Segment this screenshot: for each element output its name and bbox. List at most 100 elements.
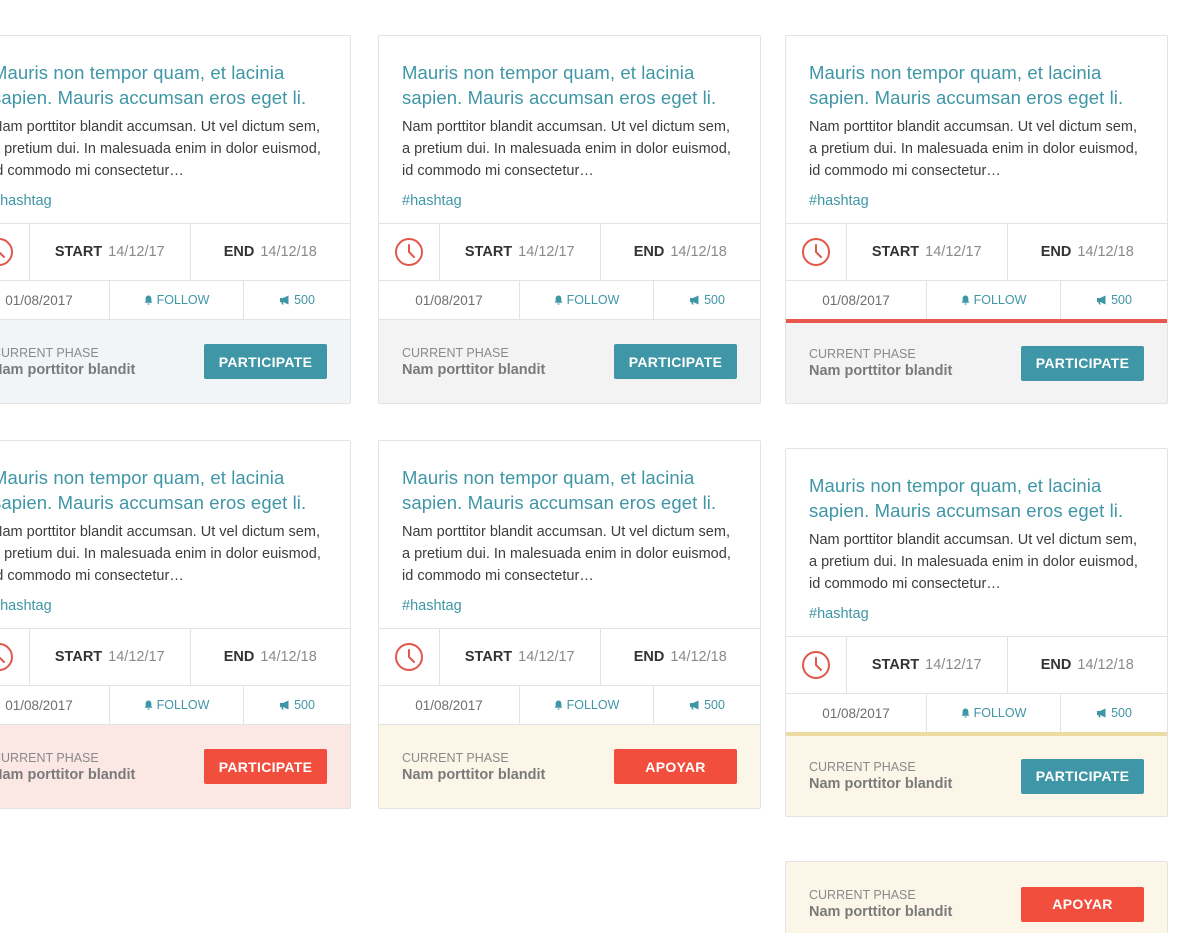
megaphone-icon	[690, 295, 699, 305]
supporters-value: 500	[704, 293, 725, 307]
created-date: 01/08/2017	[379, 686, 520, 724]
current-phase: CURRENT PHASE Nam porttitor blandit	[809, 887, 952, 921]
end-value: 14/12/18	[1077, 244, 1134, 260]
hashtag-link[interactable]: #hashtag	[0, 191, 327, 211]
card-title[interactable]: Mauris non tempor quam, et lacinia sapie…	[402, 465, 737, 515]
end-label: END	[1040, 244, 1072, 260]
card-footer: CURRENT PHASE Nam porttitor blandit PART…	[379, 319, 760, 403]
follow-button[interactable]: FOLLOW	[110, 686, 244, 724]
clock-icon	[379, 224, 440, 280]
participate-button[interactable]: PARTICIPATE	[1021, 345, 1144, 381]
end-label: END	[633, 244, 665, 260]
start-label: START	[54, 649, 103, 665]
bell-icon	[554, 295, 563, 305]
date-row: START 14/12/17 END 14/12/18	[786, 636, 1167, 694]
follow-button[interactable]: FOLLOW	[927, 281, 1061, 319]
date-row: START 14/12/17 END 14/12/18	[379, 223, 760, 281]
project-card[interactable]: Mauris non tempor quam, et lacinia sapie…	[785, 35, 1168, 404]
follow-label: FOLLOW	[973, 706, 1027, 720]
participate-button[interactable]: PARTICIPATE	[204, 344, 327, 379]
phase-footer-card[interactable]: CURRENT PHASE Nam porttitor blandit APOY…	[785, 861, 1168, 933]
start-date: START 14/12/17	[30, 224, 190, 280]
supporters-count[interactable]: 500	[1061, 281, 1167, 319]
project-card[interactable]: Mauris non tempor quam, et lacinia sapie…	[378, 440, 761, 809]
megaphone-icon	[1097, 708, 1106, 718]
supporters-value: 500	[1111, 293, 1132, 307]
participate-button[interactable]: PARTICIPATE	[614, 344, 737, 379]
created-date: 01/08/2017	[0, 686, 110, 724]
follow-button[interactable]: FOLLOW	[520, 686, 654, 724]
apoyar-button[interactable]: APOYAR	[614, 749, 737, 784]
supporters-count[interactable]: 500	[654, 686, 760, 724]
card-description: Nam porttitor blandit accumsan. Ut vel d…	[0, 524, 321, 584]
phase-label: CURRENT PHASE	[0, 345, 99, 360]
card-title[interactable]: Mauris non tempor quam, et lacinia sapie…	[809, 473, 1144, 523]
supporters-count[interactable]: 500	[1061, 694, 1167, 732]
supporters-value: 500	[1111, 706, 1132, 720]
hashtag-link[interactable]: #hashtag	[402, 596, 737, 616]
meta-row: 01/08/2017 FOLLOW 500	[786, 281, 1167, 319]
clock-icon	[0, 224, 30, 280]
start-label: START	[464, 244, 513, 260]
end-label: END	[633, 649, 665, 665]
hashtag-link[interactable]: #hashtag	[402, 191, 737, 211]
start-date: START 14/12/17	[847, 637, 1007, 693]
meta-row: 01/08/2017 FOLLOW 500	[379, 686, 760, 724]
project-card[interactable]: Mauris non tempor quam, et lacinia sapie…	[0, 440, 351, 809]
start-value: 14/12/17	[108, 244, 165, 260]
start-date: START 14/12/17	[847, 224, 1007, 280]
phase-value: Nam porttitor blandit	[809, 776, 953, 792]
end-label: END	[223, 649, 255, 665]
phase-label: CURRENT PHASE	[809, 760, 916, 774]
megaphone-icon	[1097, 295, 1106, 305]
clock-icon	[379, 629, 440, 685]
card-title[interactable]: Mauris non tempor quam, et lacinia sapie…	[402, 60, 737, 110]
meta-row: 01/08/2017 FOLLOW 500	[786, 694, 1167, 732]
supporters-value: 500	[294, 698, 315, 712]
hashtag-link[interactable]: #hashtag	[809, 191, 1144, 211]
supporters-count[interactable]: 500	[654, 281, 760, 319]
follow-label: FOLLOW	[156, 698, 210, 712]
end-date: END 14/12/18	[599, 224, 761, 280]
end-value: 14/12/18	[670, 244, 727, 260]
bell-icon	[554, 700, 563, 710]
date-row: START 14/12/17 END 14/12/18	[379, 628, 760, 686]
end-value: 14/12/18	[260, 244, 317, 260]
follow-label: FOLLOW	[566, 698, 620, 712]
card-title[interactable]: Mauris non tempor quam, et lacinia sapie…	[0, 60, 327, 110]
card-footer: CURRENT PHASE Nam porttitor blandit PART…	[0, 724, 350, 808]
current-phase: CURRENT PHASE Nam porttitor blandit	[809, 759, 952, 793]
project-card[interactable]: Mauris non tempor quam, et lacinia sapie…	[378, 35, 761, 404]
participate-button[interactable]: PARTICIPATE	[204, 749, 327, 784]
supporters-count[interactable]: 500	[244, 686, 350, 724]
phase-value: Nam porttitor blandit	[0, 361, 136, 378]
phase-label: CURRENT PHASE	[402, 750, 509, 765]
clock-icon	[0, 629, 30, 685]
megaphone-icon	[690, 700, 699, 710]
supporters-count[interactable]: 500	[244, 281, 350, 319]
phase-value: Nam porttitor blandit	[809, 904, 953, 920]
phase-value: Nam porttitor blandit	[402, 361, 546, 378]
hashtag-link[interactable]: #hashtag	[0, 596, 327, 616]
phase-label: CURRENT PHASE	[0, 750, 99, 765]
megaphone-icon	[280, 295, 289, 305]
start-value: 14/12/17	[925, 657, 982, 673]
card-title[interactable]: Mauris non tempor quam, et lacinia sapie…	[809, 60, 1144, 110]
bell-icon	[144, 700, 153, 710]
meta-row: 01/08/2017 FOLLOW 500	[379, 281, 760, 319]
follow-button[interactable]: FOLLOW	[110, 281, 244, 319]
project-card[interactable]: Mauris non tempor quam, et lacinia sapie…	[785, 448, 1168, 817]
project-card[interactable]: Mauris non tempor quam, et lacinia sapie…	[0, 35, 351, 404]
current-phase: CURRENT PHASE Nam porttitor blandit	[0, 345, 135, 379]
follow-button[interactable]: FOLLOW	[520, 281, 654, 319]
hashtag-link[interactable]: #hashtag	[809, 604, 1144, 624]
card-title[interactable]: Mauris non tempor quam, et lacinia sapie…	[0, 465, 327, 515]
card-description: Nam porttitor blandit accumsan. Ut vel d…	[809, 119, 1138, 179]
date-row: START 14/12/17 END 14/12/18	[0, 223, 350, 281]
current-phase: CURRENT PHASE Nam porttitor blandit	[402, 750, 545, 784]
apoyar-button[interactable]: APOYAR	[1021, 886, 1144, 922]
participate-button[interactable]: PARTICIPATE	[1021, 758, 1144, 794]
end-label: END	[1040, 657, 1072, 673]
follow-button[interactable]: FOLLOW	[927, 694, 1061, 732]
start-label: START	[54, 244, 103, 260]
